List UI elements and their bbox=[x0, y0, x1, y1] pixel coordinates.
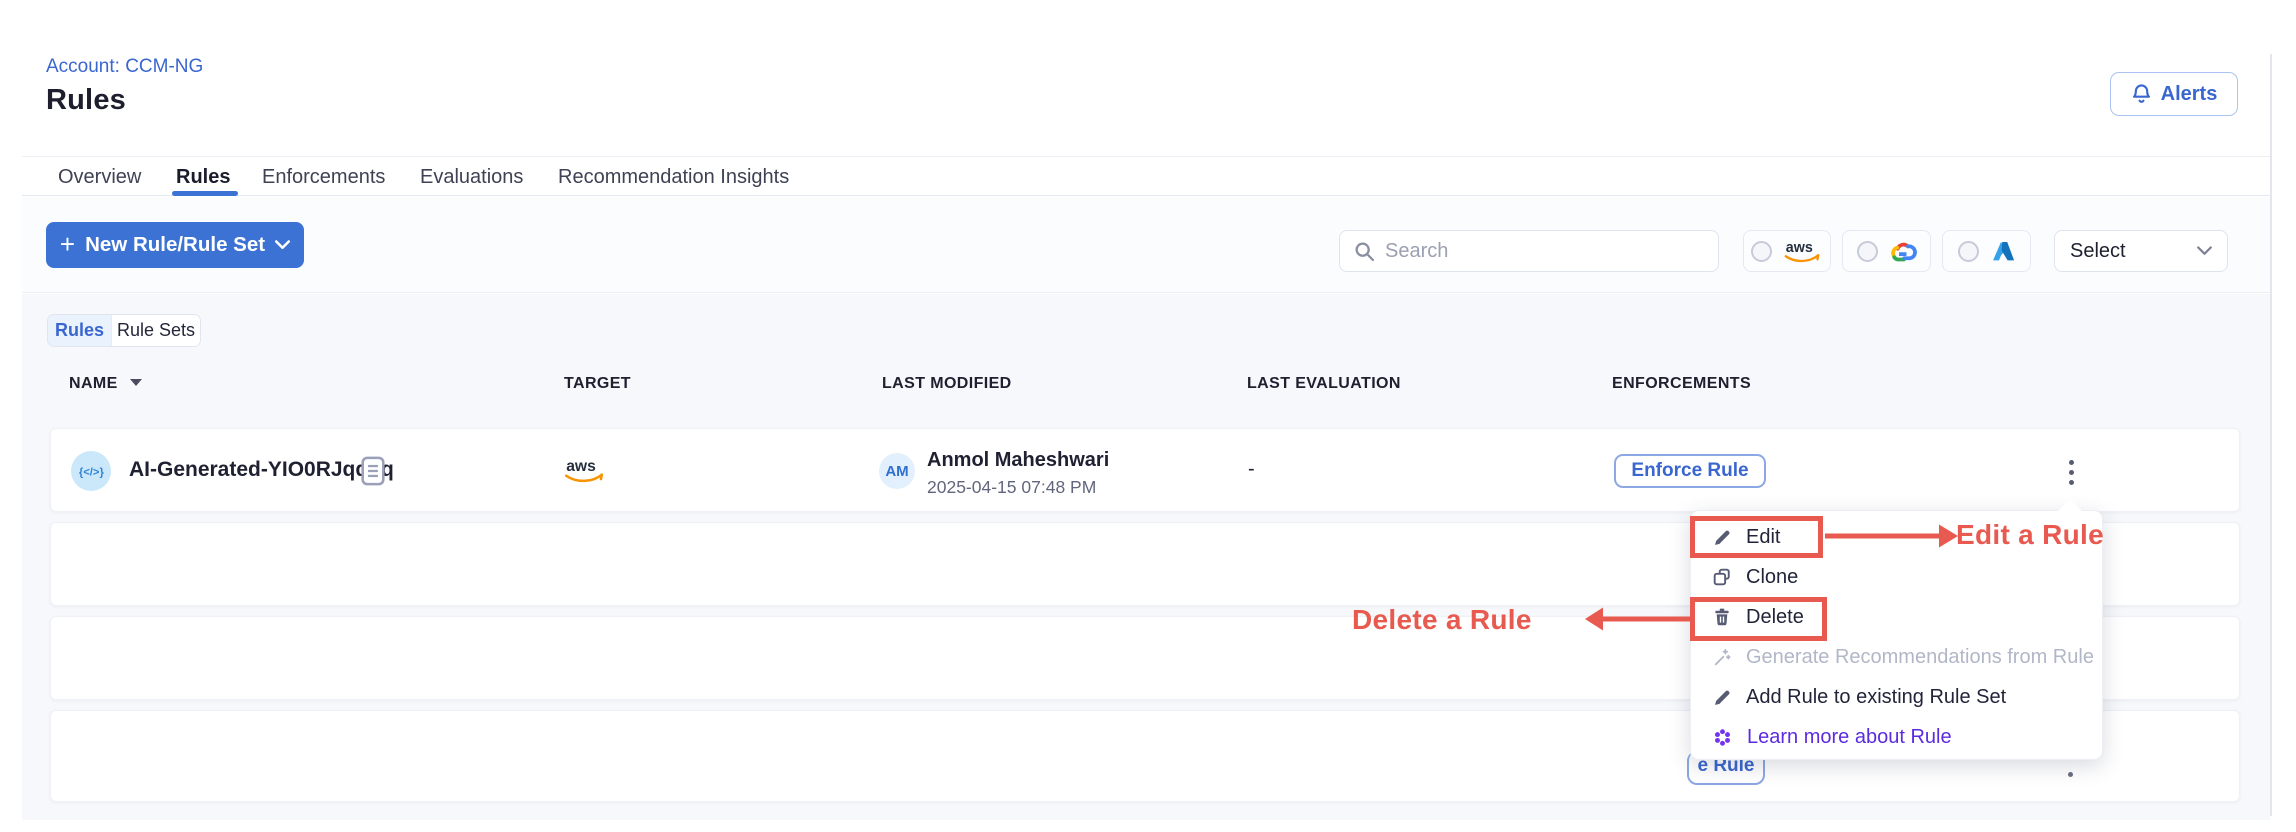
new-rule-button-label: New Rule/Rule Set bbox=[85, 233, 265, 257]
rules-page: Account: CCM-NG Rules Alerts Overview Ru… bbox=[0, 0, 2296, 832]
column-header-target: TARGET bbox=[564, 375, 631, 393]
tab-recommendation-insights[interactable]: Recommendation Insights bbox=[558, 166, 789, 189]
new-rule-button[interactable]: + New Rule/Rule Set bbox=[46, 222, 304, 268]
menu-item-edit[interactable]: Edit bbox=[1691, 517, 2102, 557]
active-tab-underline bbox=[172, 191, 238, 196]
tab-rules[interactable]: Rules bbox=[176, 166, 230, 189]
select-dropdown[interactable]: Select bbox=[2054, 230, 2228, 272]
table-row[interactable]: {</>} AI-Generated-YIO0RJqqqq aws AM Anm… bbox=[50, 428, 2240, 512]
alerts-button[interactable]: Alerts bbox=[2110, 72, 2238, 116]
code-rule-icon: {</>} bbox=[78, 462, 104, 480]
tab-bar: Overview Rules Enforcements Evaluations … bbox=[22, 156, 2270, 196]
radio-azure[interactable] bbox=[1958, 241, 1979, 262]
column-header-last-modified: LAST MODIFIED bbox=[882, 375, 1012, 393]
tab-overview[interactable]: Overview bbox=[58, 166, 141, 189]
search-icon bbox=[1354, 241, 1375, 262]
alerts-button-label: Alerts bbox=[2161, 83, 2218, 106]
rule-name: AI-Generated-YIO0RJqqqq bbox=[129, 458, 394, 482]
radio-aws[interactable] bbox=[1751, 241, 1772, 262]
radio-gcp[interactable] bbox=[1857, 241, 1878, 262]
modified-by-avatar: AM bbox=[879, 453, 915, 489]
column-header-last-evaluation: LAST EVALUATION bbox=[1247, 375, 1401, 393]
column-header-enforcements: ENFORCEMENTS bbox=[1612, 375, 1751, 393]
enforce-rule-button[interactable]: Enforce Rule bbox=[1614, 454, 1766, 488]
aws-target-icon: aws bbox=[561, 455, 607, 485]
pill-rules[interactable]: Rules bbox=[48, 315, 111, 346]
magic-wand-icon bbox=[1713, 648, 1731, 666]
column-header-name[interactable]: NAME bbox=[69, 375, 142, 393]
rule-avatar: {</>} bbox=[71, 451, 111, 491]
svg-text:aws: aws bbox=[566, 458, 596, 475]
breadcrumb-account-link[interactable]: Account: CCM-NG bbox=[46, 56, 203, 78]
aida-flower-icon bbox=[1713, 728, 1732, 747]
modified-date: 2025-04-15 07:48 PM bbox=[927, 477, 1096, 498]
aws-logo-icon: aws bbox=[1781, 237, 1823, 265]
filter-chip-gcp[interactable] bbox=[1842, 230, 1931, 272]
rules-rulesets-toggle: Rules Rule Sets bbox=[47, 314, 201, 347]
menu-item-learn-more[interactable]: Learn more about Rule bbox=[1691, 717, 2102, 757]
modified-by-name: Anmol Maheshwari bbox=[927, 449, 1109, 472]
chevron-down-icon bbox=[275, 240, 290, 250]
menu-item-generate-recommendations: Generate Recommendations from Rule bbox=[1691, 637, 2102, 677]
filter-chip-azure[interactable] bbox=[1942, 230, 2031, 272]
sort-desc-icon bbox=[130, 379, 142, 386]
toolbar-strip bbox=[22, 197, 2270, 293]
pencil-icon bbox=[1713, 528, 1731, 546]
svg-text:aws: aws bbox=[1786, 240, 1813, 256]
menu-item-clone[interactable]: Clone bbox=[1691, 557, 2102, 597]
tab-evaluations[interactable]: Evaluations bbox=[420, 166, 523, 189]
bell-icon bbox=[2131, 83, 2152, 106]
search-box bbox=[1339, 230, 1719, 272]
rule-context-menu: Edit Clone Delete bbox=[1690, 510, 2103, 760]
last-evaluation-value: - bbox=[1248, 458, 1255, 481]
rule-details-icon[interactable] bbox=[361, 456, 385, 486]
pencil-icon bbox=[1713, 688, 1731, 706]
menu-item-delete[interactable]: Delete bbox=[1691, 597, 2102, 637]
pill-rule-sets[interactable]: Rule Sets bbox=[111, 315, 200, 346]
select-value: Select bbox=[2070, 240, 2126, 263]
row-kebab-menu-partial[interactable] bbox=[2068, 772, 2073, 777]
search-input[interactable] bbox=[1385, 240, 1704, 263]
filter-chip-aws[interactable]: aws bbox=[1743, 230, 1831, 272]
page-title: Rules bbox=[46, 84, 126, 117]
svg-text:{</>}: {</>} bbox=[79, 466, 104, 478]
menu-caret bbox=[2057, 499, 2083, 512]
gcp-logo-icon bbox=[1887, 239, 1917, 264]
row-kebab-menu[interactable] bbox=[2063, 456, 2079, 488]
right-divider bbox=[2270, 54, 2272, 816]
tab-enforcements[interactable]: Enforcements bbox=[262, 166, 385, 189]
chevron-down-icon bbox=[2197, 246, 2212, 256]
plus-icon: + bbox=[60, 231, 75, 257]
trash-icon bbox=[1713, 608, 1731, 626]
azure-logo-icon bbox=[1988, 239, 2016, 264]
clone-icon bbox=[1713, 568, 1731, 586]
menu-item-add-to-rule-set[interactable]: Add Rule to existing Rule Set bbox=[1691, 677, 2102, 717]
